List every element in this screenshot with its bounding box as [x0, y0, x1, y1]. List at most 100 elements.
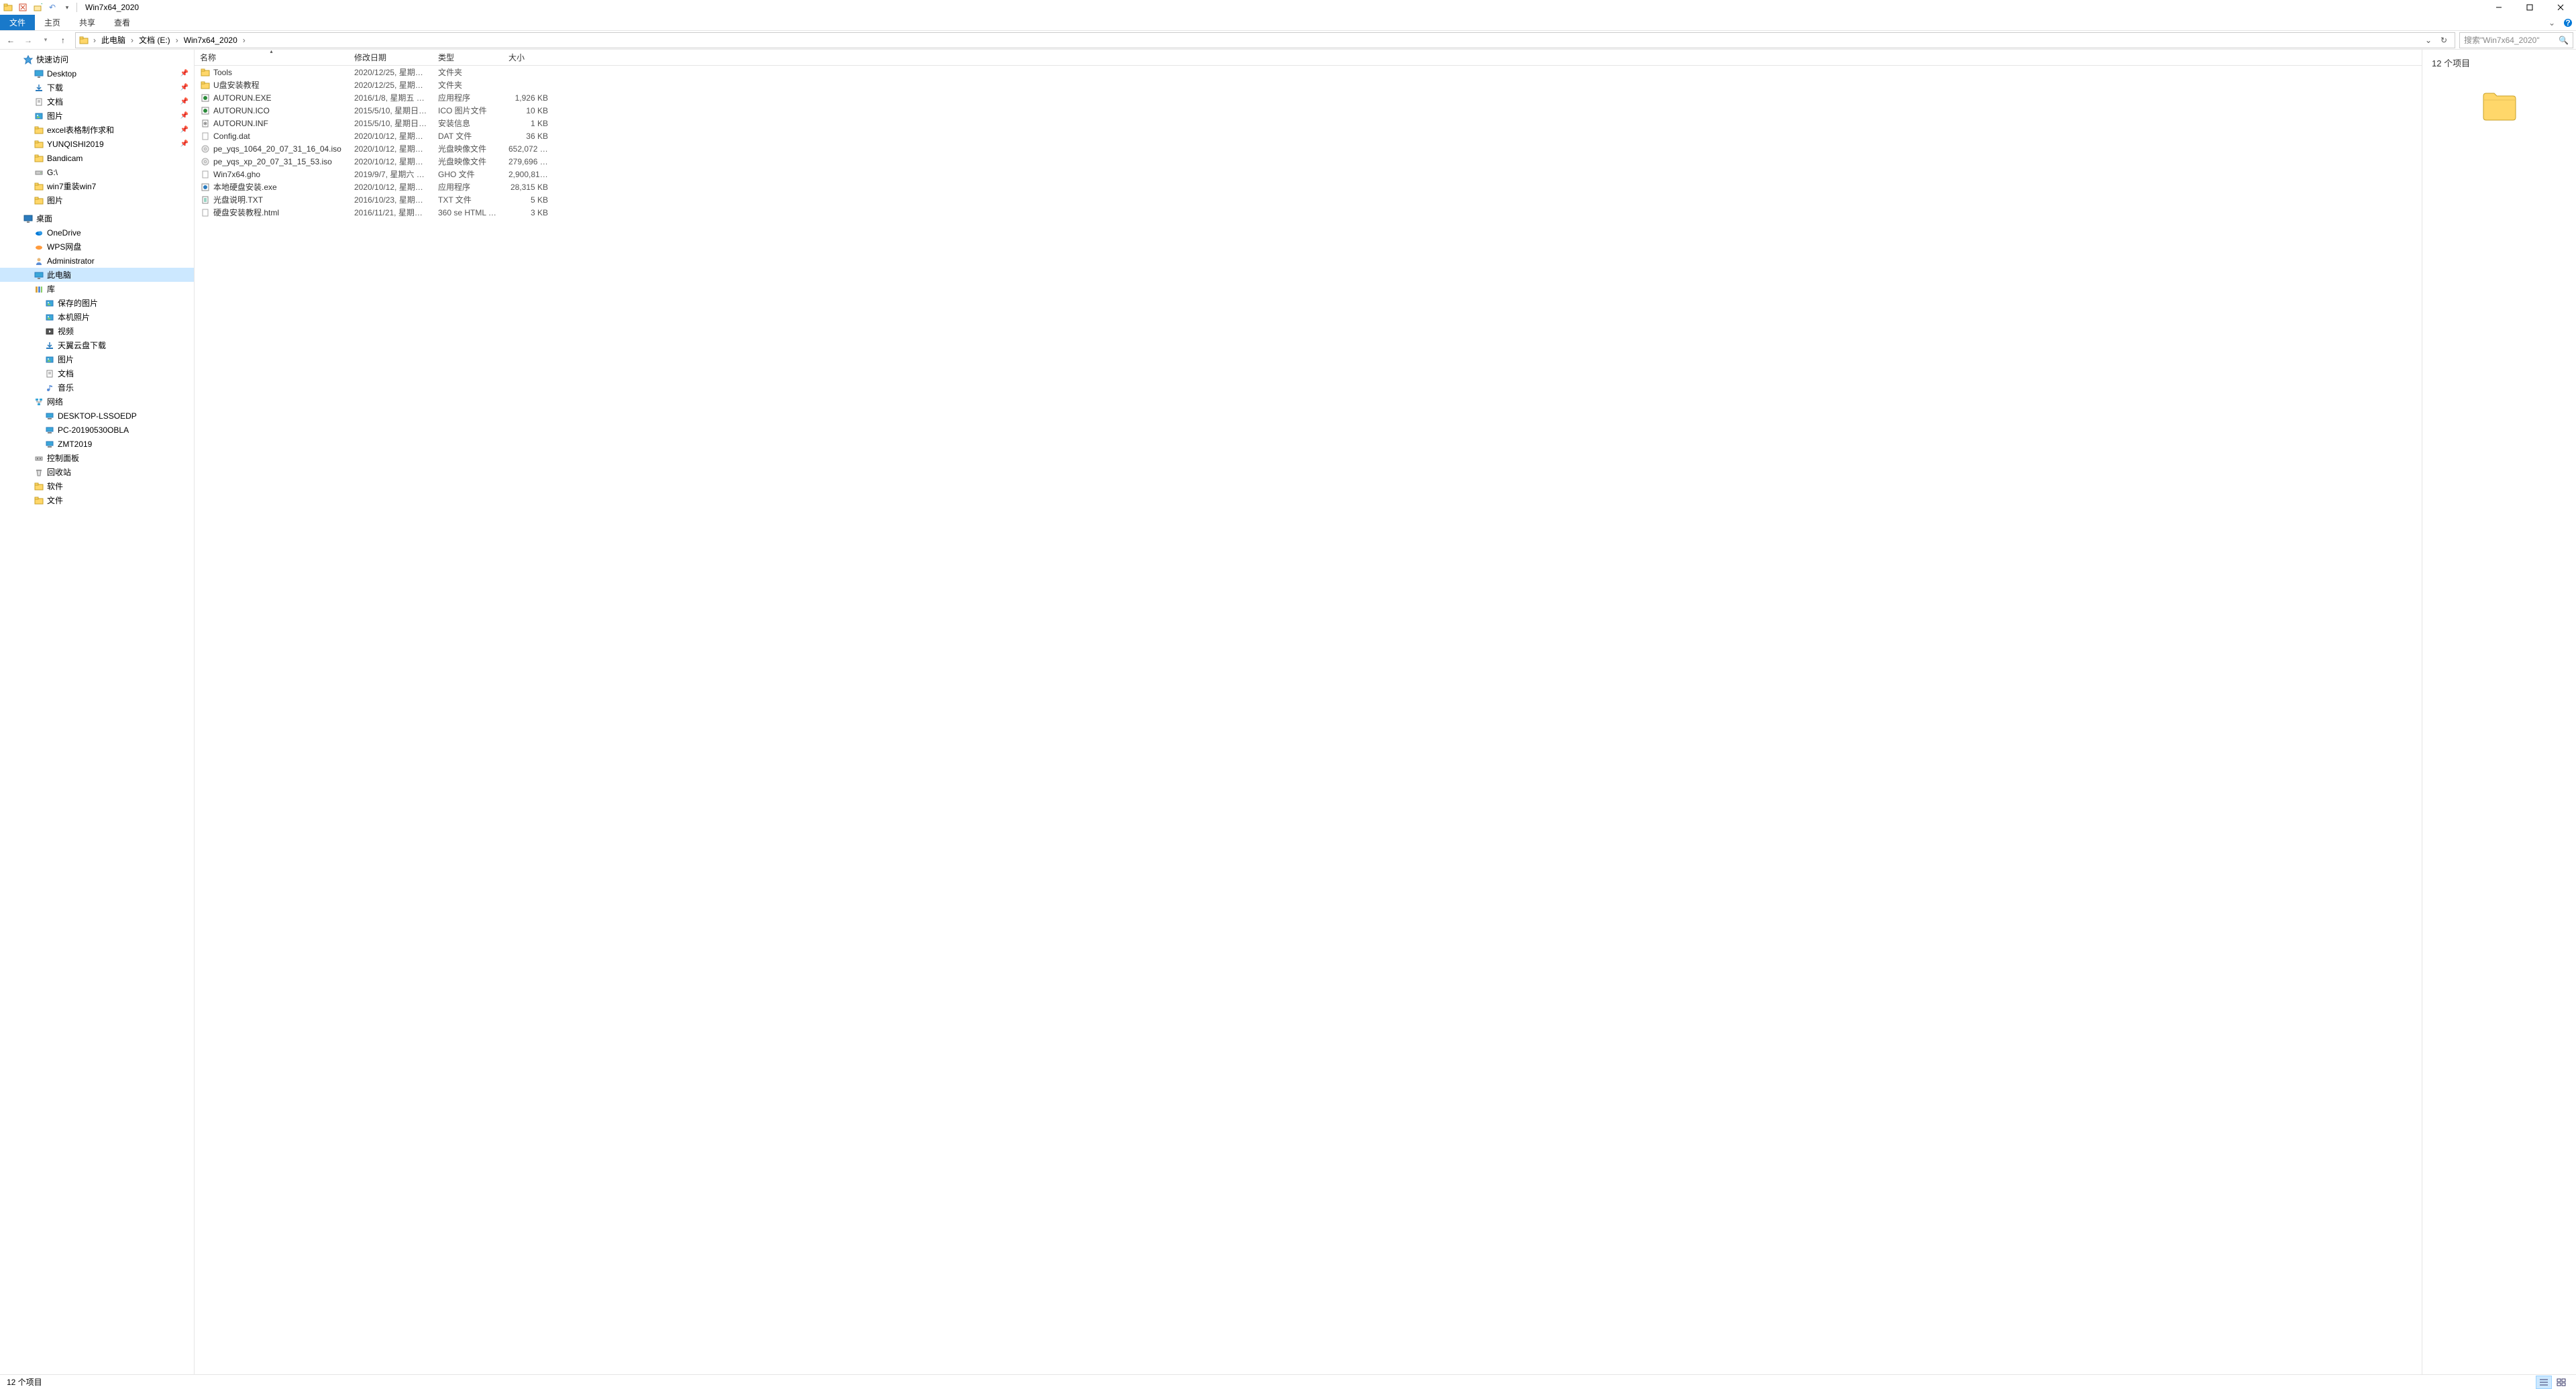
tree-item[interactable]: 天翼云盘下载	[0, 338, 194, 352]
tree-item[interactable]: 控制面板	[0, 451, 194, 465]
file-row[interactable]: AUTORUN.EXE2016/1/8, 星期五 04:...应用程序1,926…	[195, 91, 2422, 104]
file-row[interactable]: 本地硬盘安装.exe2020/10/12, 星期一 1...应用程序28,315…	[195, 181, 2422, 193]
file-name: Config.dat	[213, 132, 250, 141]
column-date[interactable]: 修改日期	[349, 50, 433, 65]
undo-icon[interactable]: ↶	[47, 2, 58, 13]
file-list-pane: 名称▴ 修改日期 类型 大小 Tools2020/12/25, 星期五 1...…	[195, 50, 2422, 1374]
nav-recent-dropdown[interactable]: ▾	[38, 32, 54, 48]
tree-item[interactable]: 桌面	[0, 211, 194, 225]
close-button[interactable]	[2545, 0, 2576, 15]
breadcrumb-item[interactable]: 文档 (E:)	[138, 34, 172, 46]
tree-item[interactable]: 图片	[0, 352, 194, 366]
nav-forward-button[interactable]: →	[20, 32, 36, 48]
file-row[interactable]: pe_yqs_1064_20_07_31_16_04.iso2020/10/12…	[195, 142, 2422, 155]
file-row[interactable]: Tools2020/12/25, 星期五 1...文件夹	[195, 66, 2422, 79]
folder-icon	[34, 125, 44, 136]
file-type: 应用程序	[433, 92, 503, 103]
file-row[interactable]: AUTORUN.INF2015/5/10, 星期日 02...安装信息1 KB	[195, 117, 2422, 130]
file-date: 2016/10/23, 星期日 0...	[349, 194, 433, 205]
tree-item-label: 文档	[47, 96, 178, 107]
tree-item[interactable]: Desktop📌	[0, 66, 194, 81]
file-row[interactable]: Win7x64.gho2019/9/7, 星期六 19:...GHO 文件2,9…	[195, 168, 2422, 181]
tree-item-label: 图片	[47, 110, 178, 121]
view-details-button[interactable]	[2536, 1376, 2552, 1389]
tab-view[interactable]: 查看	[105, 15, 140, 30]
tab-file[interactable]: 文件	[0, 15, 35, 30]
help-button[interactable]: ?	[2560, 15, 2576, 30]
column-size[interactable]: 大小	[503, 50, 553, 65]
navigation-tree[interactable]: 快速访问Desktop📌下载📌文档📌图片📌excel表格制作求和📌YUNQISH…	[0, 50, 195, 1374]
tree-item[interactable]: 网络	[0, 395, 194, 409]
file-date: 2020/10/12, 星期一 1...	[349, 181, 433, 193]
address-dropdown-icon[interactable]: ⌄	[2422, 36, 2434, 45]
tab-home[interactable]: 主页	[35, 15, 70, 30]
tree-item[interactable]: 音乐	[0, 380, 194, 395]
tree-item[interactable]: 文档	[0, 366, 194, 380]
tab-share[interactable]: 共享	[70, 15, 105, 30]
download-icon	[44, 340, 55, 351]
tree-item[interactable]: 视频	[0, 324, 194, 338]
file-row[interactable]: 光盘说明.TXT2016/10/23, 星期日 0...TXT 文件5 KB	[195, 193, 2422, 206]
tree-item[interactable]: 库	[0, 282, 194, 296]
tree-item[interactable]: 本机照片	[0, 310, 194, 324]
minimize-button[interactable]	[2483, 0, 2514, 15]
tree-item[interactable]: OneDrive	[0, 225, 194, 240]
tree-item-label: 本机照片	[58, 311, 189, 323]
search-input[interactable]: 搜索"Win7x64_2020" 🔍	[2459, 32, 2573, 48]
tree-item[interactable]: 下载📌	[0, 81, 194, 95]
tree-item[interactable]: 软件	[0, 479, 194, 493]
column-name[interactable]: 名称▴	[195, 50, 349, 65]
view-large-icons-button[interactable]	[2553, 1376, 2569, 1389]
nav-back-button[interactable]: ←	[3, 32, 19, 48]
chevron-right-icon[interactable]: ›	[91, 36, 99, 45]
tree-item-label: 文档	[58, 368, 189, 379]
qat-dropdown-icon[interactable]: ▾	[62, 2, 72, 13]
column-type[interactable]: 类型	[433, 50, 503, 65]
tree-item[interactable]: G:\	[0, 165, 194, 179]
file-row[interactable]: AUTORUN.ICO2015/5/10, 星期日 02...ICO 图片文件1…	[195, 104, 2422, 117]
breadcrumb-item[interactable]: Win7x64_2020	[182, 36, 239, 45]
sort-indicator-icon: ▴	[270, 48, 272, 54]
netpc-icon	[44, 439, 55, 450]
folder-icon	[34, 481, 44, 492]
nav-up-button[interactable]: ↑	[55, 32, 71, 48]
title-bar: ✦ ↶ ▾ Win7x64_2020	[0, 0, 2576, 15]
tree-item[interactable]: 此电脑	[0, 268, 194, 282]
properties-icon[interactable]	[17, 2, 28, 13]
tree-item[interactable]: Bandicam	[0, 151, 194, 165]
tree-item[interactable]: Administrator	[0, 254, 194, 268]
tree-item[interactable]: 回收站	[0, 465, 194, 479]
tree-item[interactable]: ZMT2019	[0, 437, 194, 451]
tree-item[interactable]: 文件	[0, 493, 194, 507]
chevron-right-icon[interactable]: ›	[173, 36, 181, 45]
tree-item[interactable]: 文档📌	[0, 95, 194, 109]
ribbon-expand-icon[interactable]: ⌄	[2544, 15, 2560, 30]
chevron-right-icon[interactable]: ›	[240, 36, 248, 45]
file-row[interactable]: pe_yqs_xp_20_07_31_15_53.iso2020/10/12, …	[195, 155, 2422, 168]
tree-item[interactable]: WPS网盘	[0, 240, 194, 254]
file-row[interactable]: Config.dat2020/10/12, 星期一 1...DAT 文件36 K…	[195, 130, 2422, 142]
tree-item-label: G:\	[47, 168, 189, 177]
tree-item[interactable]: YUNQISHI2019📌	[0, 137, 194, 151]
tree-item[interactable]: 图片	[0, 193, 194, 207]
tree-item-label: 桌面	[36, 213, 189, 224]
breadcrumb-item[interactable]: 此电脑	[100, 34, 127, 46]
file-row[interactable]: U盘安装教程2020/12/25, 星期五 1...文件夹	[195, 79, 2422, 91]
maximize-button[interactable]	[2514, 0, 2545, 15]
tree-item[interactable]: excel表格制作求和📌	[0, 123, 194, 137]
tree-item[interactable]: 保存的图片	[0, 296, 194, 310]
file-list[interactable]: Tools2020/12/25, 星期五 1...文件夹U盘安装教程2020/1…	[195, 66, 2422, 1374]
chevron-right-icon[interactable]: ›	[128, 36, 136, 45]
tree-item[interactable]: PC-20190530OBLA	[0, 423, 194, 437]
tree-item[interactable]: 快速访问	[0, 52, 194, 66]
file-name: AUTORUN.ICO	[213, 106, 270, 115]
pin-icon: 📌	[180, 70, 189, 77]
file-row[interactable]: 硬盘安装教程.html2016/11/21, 星期一 2...360 se HT…	[195, 206, 2422, 219]
refresh-button[interactable]: ↻	[2436, 36, 2452, 45]
address-bar[interactable]: › 此电脑 › 文档 (E:) › Win7x64_2020 › ⌄ ↻	[75, 32, 2455, 48]
tree-item[interactable]: 图片📌	[0, 109, 194, 123]
tree-item[interactable]: DESKTOP-LSSOEDP	[0, 409, 194, 423]
tree-item[interactable]: win7重装win7	[0, 179, 194, 193]
new-folder-icon[interactable]: ✦	[32, 2, 43, 13]
search-icon[interactable]: 🔍	[2559, 36, 2569, 45]
